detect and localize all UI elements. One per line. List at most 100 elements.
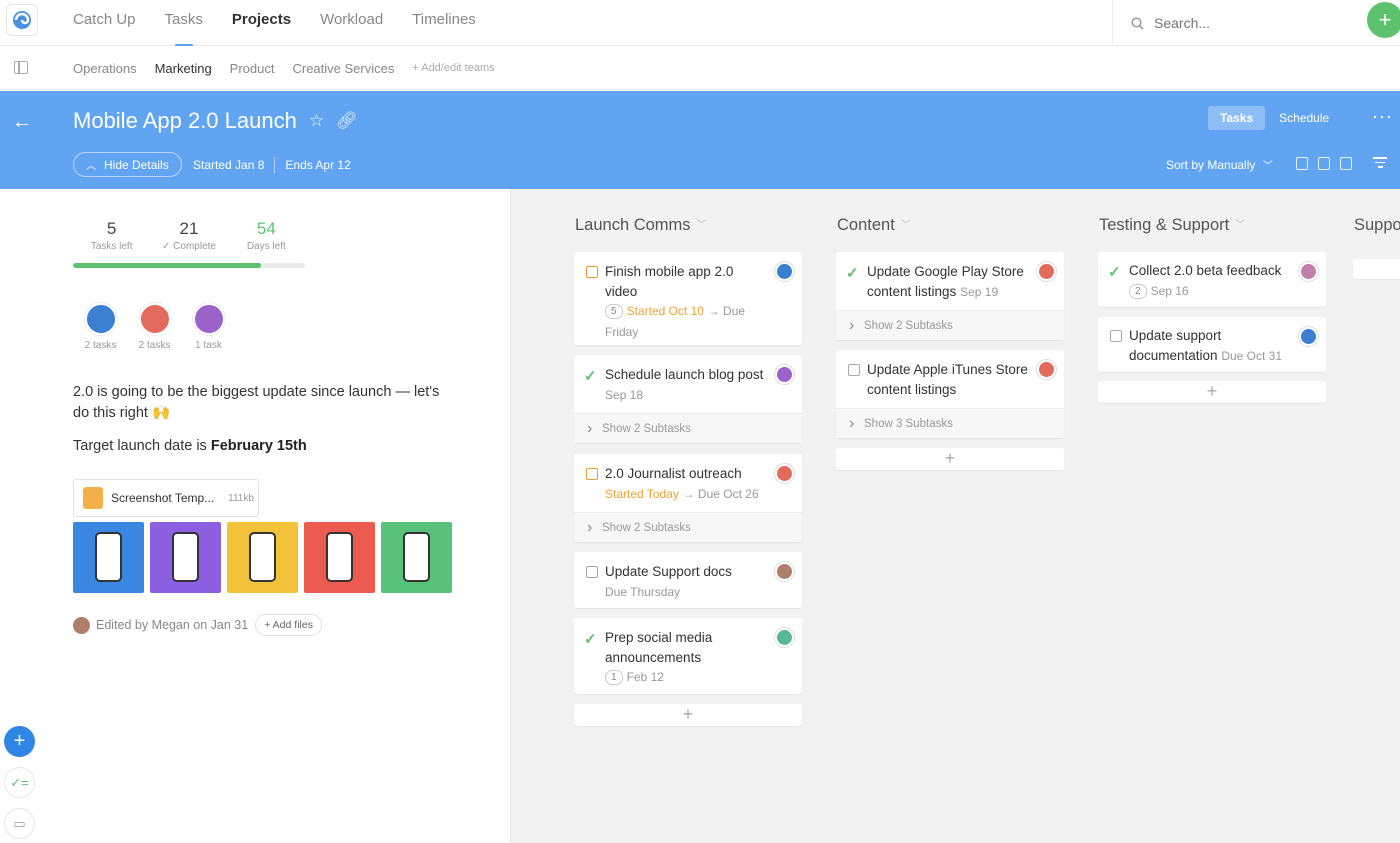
sort-dropdown[interactable]: Sort by Manually ﹀ [1166,157,1273,172]
project-title: Mobile App 2.0 Launch [73,108,297,133]
checklist-button[interactable]: ✓= [4,767,35,798]
show-subtasks-toggle[interactable]: Show 2 Subtasks [574,413,802,444]
image-thumbnail[interactable] [304,522,375,593]
more-options-icon[interactable]: ··· [1372,107,1393,125]
stat-complete: 21 ✓ Complete [150,219,227,252]
app-logo[interactable] [6,4,38,36]
column-header[interactable]: Suppo [1354,216,1400,235]
assignee[interactable]: 2 tasks [127,303,182,351]
board-layout-icon[interactable] [1318,157,1330,170]
task-card[interactable]: ✓ Collect 2.0 beta feedback 2 Sep 16 [1098,252,1326,307]
column-title: Content [837,216,895,234]
column-header[interactable]: Testing & Support ﹀ [1099,216,1245,235]
task-card[interactable]: 2.0 Journalist outreach Started Today → … [574,454,802,543]
file-attachment[interactable]: Screenshot Temp... 111kb [73,479,259,517]
assignee[interactable]: 2 tasks [73,303,128,351]
task-card[interactable]: Update Apple iTunes Store content listin… [836,350,1064,439]
task-checkbox[interactable] [586,266,598,278]
team-marketing[interactable]: Marketing [155,61,212,76]
task-card[interactable]: ✓ Schedule launch blog post Sep 18 Show … [574,355,802,444]
check-icon[interactable]: ✓ [584,367,597,385]
team-operations[interactable]: Operations [73,61,137,76]
task-title: Prep social media announcements [605,630,713,665]
task-card[interactable]: ✓ Prep social media announcements 1 Feb 1… [574,618,802,694]
task-checkbox[interactable] [586,468,598,480]
edited-info: Edited by Megan on Jan 31 + Add files [73,614,322,636]
sidebar-toggle-icon[interactable] [14,61,28,74]
column-title: Suppo [1354,216,1400,234]
progress-fill [73,263,261,268]
avatar [1299,327,1318,346]
task-title: Collect 2.0 beta feedback [1129,263,1282,278]
complete-count: 21 [179,219,199,238]
add-task-button[interactable]: + [574,704,802,726]
hide-details-button[interactable]: ︿ Hide Details [73,152,182,177]
task-card[interactable]: Update Support docs Due Thursday [574,552,802,608]
link-icon[interactable]: 🔗︎ [336,111,358,131]
add-button[interactable]: + [1367,2,1400,38]
image-thumbnail[interactable] [150,522,221,593]
star-icon[interactable]: ☆ [309,111,324,131]
add-edit-teams-link[interactable]: + Add/edit teams [412,62,494,74]
task-due: → Due Oct 26 [682,486,759,501]
task-checkbox[interactable] [586,566,598,578]
image-thumbnail[interactable] [381,522,452,593]
task-card[interactable]: Update support documentation Due Oct 31 [1098,317,1326,372]
avatar [775,562,794,581]
task-card[interactable]: ✓ Update Google Play Store content listi… [836,252,1064,341]
phone-image [249,532,276,582]
column-title: Launch Comms [575,216,691,234]
filter-icon[interactable] [1373,157,1387,171]
team-creative-services[interactable]: Creative Services [292,61,394,76]
task-title: Update Support docs [605,564,732,579]
task-content: Update support documentation Due Oct 31 [1129,326,1293,366]
task-checkbox[interactable] [1110,330,1122,342]
assignee-task-count: 2 tasks [84,340,117,351]
task-start: Started Today [605,486,679,501]
task-content: Finish mobile app 2.0 video 5 Started Oct… [605,262,769,342]
task-title: Update Apple iTunes Store content listin… [867,362,1028,397]
add-files-button[interactable]: + Add files [255,614,322,636]
nav-timelines[interactable]: Timelines [412,0,476,46]
search-input[interactable] [1154,15,1334,31]
new-item-button[interactable]: + [4,726,35,757]
assignee[interactable]: 1 task [181,303,236,351]
project-header: ← Mobile App 2.0 Launch ☆ 🔗︎ ︿ Hide Deta… [0,91,1400,189]
task-title: Schedule launch blog post [605,367,764,382]
check-icon[interactable]: ✓ [1108,263,1121,281]
show-subtasks-toggle[interactable]: Show 3 Subtasks [836,408,1064,439]
add-task-button[interactable]: + [836,448,1064,470]
split-layout-icon[interactable] [1340,157,1352,170]
check-icon[interactable]: ✓ [584,630,597,648]
task-content: 2.0 Journalist outreach Started Today → … [605,464,769,504]
nav-workload[interactable]: Workload [320,0,383,46]
tab-schedule[interactable]: Schedule [1267,106,1341,130]
column-title: Testing & Support [1099,216,1230,234]
tab-tasks[interactable]: Tasks [1208,106,1266,130]
show-subtasks-toggle[interactable]: Show 2 Subtasks [836,310,1064,341]
add-task-button[interactable] [1353,259,1400,279]
days-left-label: Days left [246,241,286,252]
check-icon[interactable]: ✓ [846,264,859,282]
nav-projects[interactable]: Projects [232,0,291,46]
image-thumbnail[interactable] [73,522,144,593]
back-arrow-icon[interactable]: ← [12,111,32,134]
show-subtasks-toggle[interactable]: Show 2 Subtasks [574,512,802,543]
team-product[interactable]: Product [230,61,275,76]
search-box[interactable] [1112,0,1400,46]
search-icon [1131,16,1144,30]
task-card[interactable]: Finish mobile app 2.0 video 5 Started Oct… [574,252,802,345]
nav-catch-up[interactable]: Catch Up [73,0,136,46]
column-header[interactable]: Launch Comms ﹀ [575,216,707,235]
view-tabs: Tasks Schedule [1208,106,1341,130]
column-header[interactable]: Content ﹀ [837,216,911,235]
avatar [1037,360,1056,379]
add-task-button[interactable]: + [1098,381,1326,403]
nav-tasks[interactable]: Tasks [165,0,203,47]
layout-toggle [1296,157,1352,170]
task-checkbox[interactable] [848,364,860,376]
image-thumbnail[interactable] [227,522,298,593]
task-start: Started Oct 10 [626,304,704,318]
archive-button[interactable]: ▭ [4,808,35,839]
list-layout-icon[interactable] [1296,157,1308,170]
